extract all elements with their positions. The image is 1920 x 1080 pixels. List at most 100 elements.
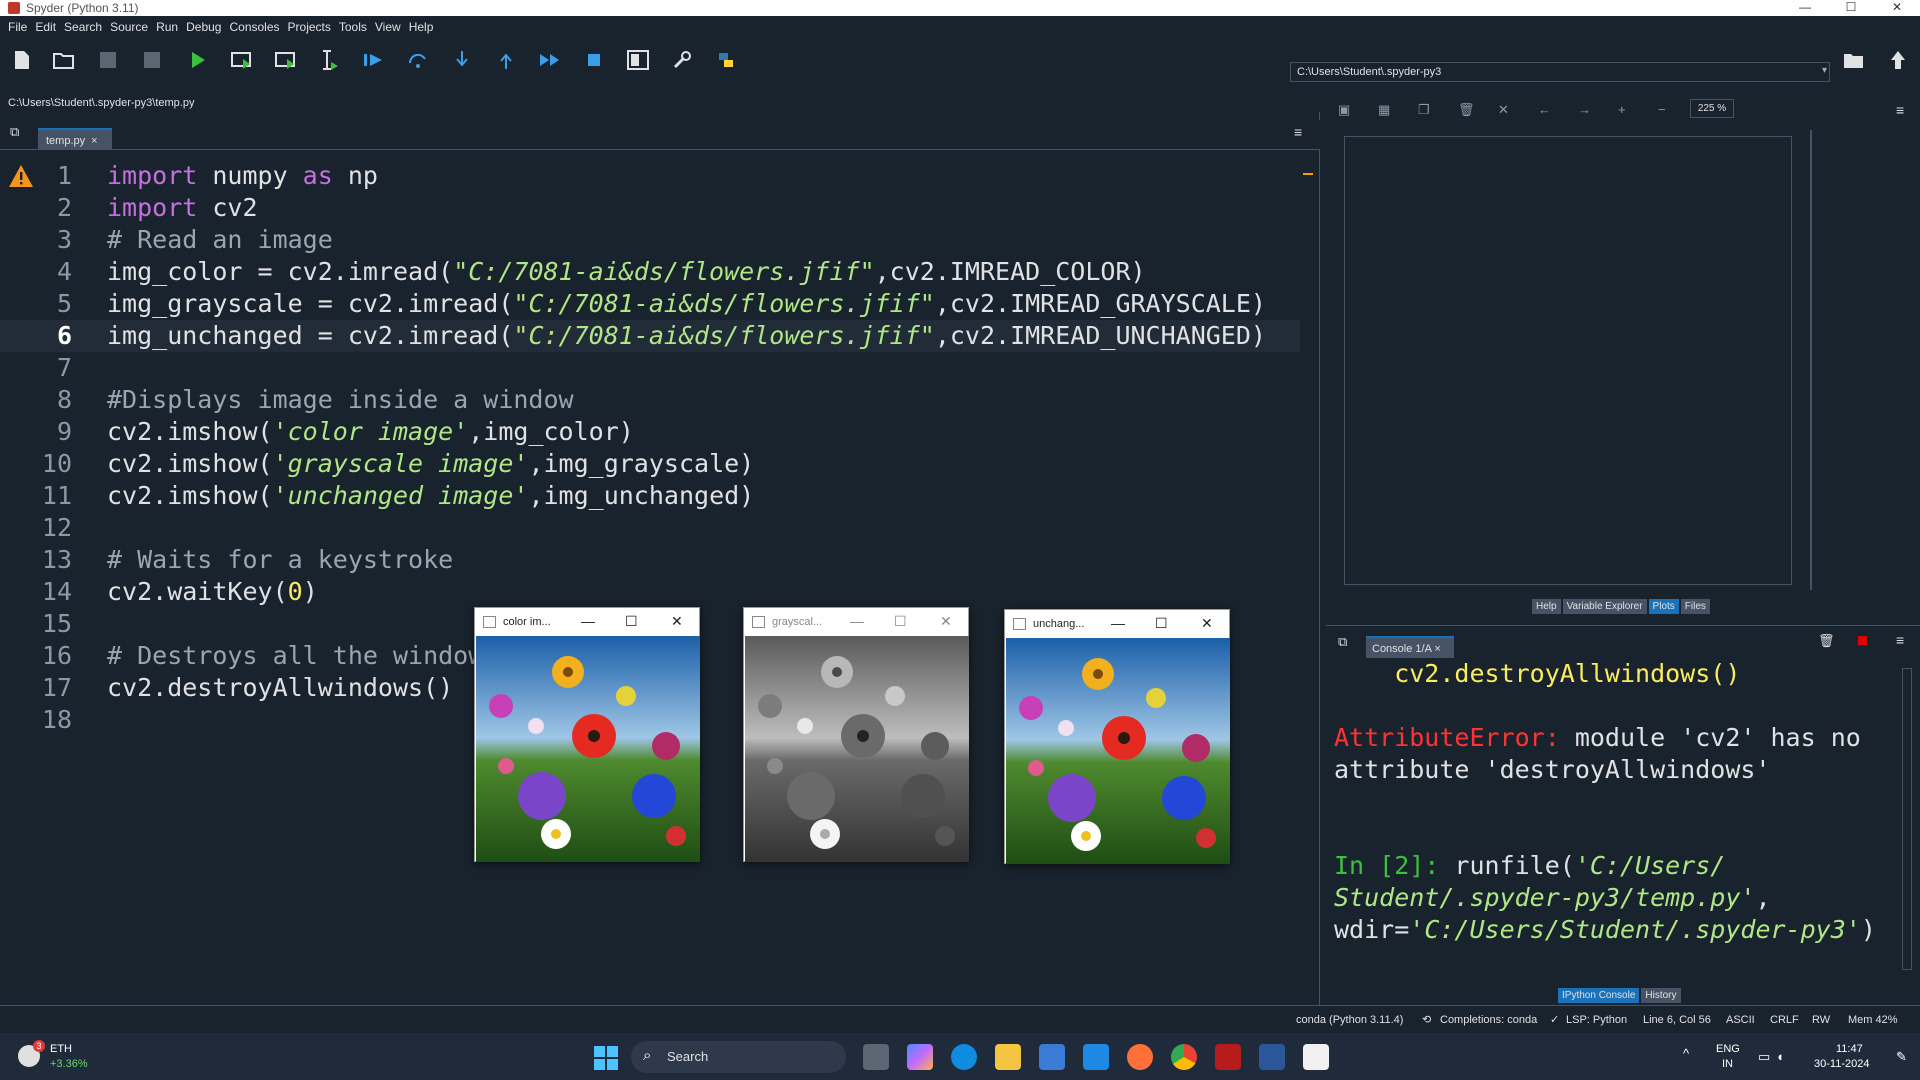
run-selection-icon[interactable] bbox=[318, 48, 342, 72]
console-output[interactable]: cv2.destroyAllwindows() AttributeError: … bbox=[1334, 658, 1894, 946]
minimize-icon[interactable]: — bbox=[1111, 615, 1125, 631]
step-return-icon[interactable] bbox=[494, 48, 518, 72]
edge-browser-icon[interactable] bbox=[951, 1044, 977, 1070]
plots-options-menu-icon[interactable]: ≡ bbox=[1896, 102, 1904, 118]
console-options-menu-icon[interactable]: ≡ bbox=[1896, 632, 1904, 648]
tab-history[interactable]: History bbox=[1641, 988, 1681, 1003]
copy-plot-icon[interactable]: ❐ bbox=[1418, 102, 1430, 118]
minimize-button[interactable]: — bbox=[1782, 0, 1828, 16]
maximize-icon[interactable]: ☐ bbox=[625, 613, 638, 630]
debug-icon[interactable] bbox=[362, 48, 386, 72]
run-cell-advance-icon[interactable] bbox=[274, 48, 298, 72]
remove-plot-icon[interactable]: 🗑 bbox=[1458, 102, 1475, 118]
menu-consoles[interactable]: Consoles bbox=[229, 20, 279, 34]
browse-tabs-icon[interactable]: ⧉ bbox=[10, 124, 19, 140]
menu-run[interactable]: Run bbox=[156, 20, 178, 34]
tab-temp-py[interactable]: temp.py × bbox=[38, 128, 112, 150]
notifications-icon[interactable]: ✎ bbox=[1896, 1049, 1907, 1065]
maximize-icon[interactable]: ☐ bbox=[894, 613, 907, 630]
zoom-in-icon[interactable]: + bbox=[1618, 102, 1626, 117]
code-line[interactable]: 1 import numpy as np bbox=[0, 160, 1300, 192]
taskbar-search[interactable]: Search bbox=[631, 1041, 846, 1073]
cv-window-unchanged[interactable]: unchang... — ☐ ✕ bbox=[1004, 609, 1230, 864]
minimize-icon[interactable]: — bbox=[581, 613, 595, 629]
cv-window-color[interactable]: color im... — ☐ ✕ bbox=[474, 607, 700, 862]
next-plot-icon[interactable]: → bbox=[1578, 102, 1591, 117]
firefox-icon[interactable] bbox=[1127, 1044, 1153, 1070]
close-icon[interactable]: ✕ bbox=[671, 613, 683, 630]
tab-ipython-console[interactable]: IPython Console bbox=[1558, 988, 1640, 1003]
minimize-icon[interactable]: — bbox=[850, 613, 864, 629]
preferences-wrench-icon[interactable] bbox=[670, 48, 694, 72]
file-explorer-icon[interactable] bbox=[995, 1044, 1021, 1070]
chevron-down-icon[interactable]: ▾ bbox=[1822, 65, 1827, 76]
save-plot-icon[interactable]: ▣ bbox=[1338, 102, 1350, 118]
status-lsp[interactable]: LSP: Python bbox=[1566, 1014, 1627, 1026]
stop-debug-icon[interactable] bbox=[582, 48, 606, 72]
code-line[interactable]: 9 cv2.imshow('color image',img_color) bbox=[0, 416, 1300, 448]
close-console-tab-icon[interactable]: × bbox=[1434, 643, 1440, 655]
editor-options-menu-icon[interactable]: ≡ bbox=[1294, 124, 1302, 140]
tab-help[interactable]: Help bbox=[1532, 599, 1561, 614]
menu-edit[interactable]: Edit bbox=[35, 20, 56, 34]
interrupt-kernel-icon[interactable] bbox=[1858, 636, 1867, 645]
save-icon[interactable] bbox=[96, 48, 120, 72]
open-file-icon[interactable] bbox=[52, 48, 76, 72]
menu-source[interactable]: Source bbox=[110, 20, 148, 34]
browse-consoles-icon[interactable]: ⧉ bbox=[1338, 634, 1347, 650]
network-icon[interactable]: ▭ bbox=[1758, 1049, 1770, 1065]
step-over-icon[interactable] bbox=[406, 48, 430, 72]
cv-window-titlebar[interactable]: grayscal... — ☐ ✕ bbox=[744, 608, 968, 636]
show-hidden-icons-icon[interactable]: ^ bbox=[1683, 1046, 1689, 1061]
maximize-icon[interactable]: ☐ bbox=[1155, 615, 1168, 632]
copilot-icon[interactable] bbox=[907, 1044, 933, 1070]
continue-icon[interactable] bbox=[538, 48, 562, 72]
save-all-icon[interactable] bbox=[140, 48, 164, 72]
mail-icon[interactable] bbox=[1083, 1044, 1109, 1070]
cv-window-titlebar[interactable]: color im... — ☐ ✕ bbox=[475, 608, 699, 636]
close-icon[interactable]: ✕ bbox=[940, 613, 952, 630]
remove-all-plots-icon[interactable]: ✕ bbox=[1498, 102, 1509, 118]
menu-projects[interactable]: Projects bbox=[288, 20, 331, 34]
tab-plots[interactable]: Plots bbox=[1648, 599, 1679, 614]
code-line[interactable]: 3 # Read an image bbox=[0, 224, 1300, 256]
working-directory-combo[interactable]: C:\Users\Student\.spyder-py3 ▾ bbox=[1290, 62, 1830, 82]
zoom-level[interactable]: 225 % bbox=[1690, 99, 1734, 118]
tab-variable-explorer[interactable]: Variable Explorer bbox=[1562, 599, 1647, 614]
menu-file[interactable]: File bbox=[8, 20, 27, 34]
previous-plot-icon[interactable]: ← bbox=[1538, 102, 1551, 117]
code-line[interactable]: 5 img_grayscale = cv2.imread("C:/7081-ai&… bbox=[0, 288, 1300, 320]
spyder-taskbar-icon[interactable] bbox=[1215, 1044, 1241, 1070]
run-cell-icon[interactable] bbox=[230, 48, 254, 72]
language-region[interactable]: IN bbox=[1722, 1058, 1733, 1070]
code-line[interactable]: 7 bbox=[0, 352, 1300, 384]
code-line[interactable]: 10 cv2.imshow('grayscale image',img_grays… bbox=[0, 448, 1300, 480]
tab-console-1a[interactable]: Console 1/A × bbox=[1366, 636, 1454, 658]
code-line[interactable]: 14 cv2.waitKey(0) bbox=[0, 576, 1300, 608]
menu-debug[interactable]: Debug bbox=[186, 20, 221, 34]
browse-folder-icon[interactable] bbox=[1842, 48, 1866, 72]
status-completions[interactable]: Completions: conda bbox=[1440, 1014, 1537, 1026]
tab-files[interactable]: Files bbox=[1680, 599, 1710, 614]
run-icon[interactable] bbox=[186, 48, 210, 72]
parent-dir-icon[interactable] bbox=[1886, 48, 1910, 72]
cv-window-titlebar[interactable]: unchang... — ☐ ✕ bbox=[1005, 610, 1229, 638]
code-line[interactable]: 4 img_color = cv2.imread("C:/7081-ai&ds/f… bbox=[0, 256, 1300, 288]
word-icon[interactable] bbox=[1259, 1044, 1285, 1070]
code-line[interactable]: 8 #Displays image inside a window bbox=[0, 384, 1300, 416]
microsoft-store-icon[interactable] bbox=[1039, 1044, 1065, 1070]
menu-tools[interactable]: Tools bbox=[339, 20, 367, 34]
python-path-icon[interactable] bbox=[714, 48, 738, 72]
zoom-out-icon[interactable]: − bbox=[1658, 102, 1666, 117]
save-all-plots-icon[interactable]: ▦ bbox=[1378, 102, 1390, 118]
close-tab-icon[interactable]: × bbox=[91, 135, 97, 147]
close-icon[interactable]: ✕ bbox=[1201, 615, 1213, 632]
document-app-icon[interactable] bbox=[1303, 1044, 1329, 1070]
code-line[interactable]: 11 cv2.imshow('unchanged image',img_uncha… bbox=[0, 480, 1300, 512]
volume-icon[interactable]: ◖ bbox=[1776, 1049, 1784, 1064]
language-code[interactable]: ENG bbox=[1716, 1043, 1740, 1055]
console-scrollbar[interactable] bbox=[1902, 668, 1912, 970]
menu-help[interactable]: Help bbox=[409, 20, 434, 34]
chrome-icon[interactable] bbox=[1171, 1044, 1197, 1070]
windows-start-icon[interactable] bbox=[594, 1046, 618, 1075]
